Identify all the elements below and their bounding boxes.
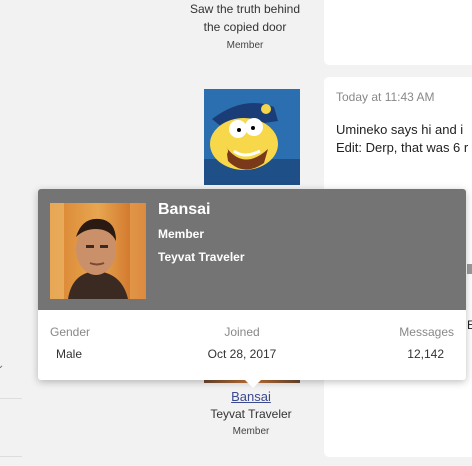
member-tooltip-header: Bansai Member Teyvat Traveler — [38, 189, 466, 310]
left-divider — [0, 398, 22, 399]
user-avatar[interactable] — [204, 89, 300, 185]
avatar-image — [50, 203, 146, 299]
stat-gender: Gender Male — [50, 325, 140, 361]
top-user-title-line2: the copied door — [203, 20, 287, 34]
top-user-title-line1: Saw the truth behind — [189, 2, 301, 16]
member-tooltip-role: Member — [158, 227, 205, 241]
top-user-info: Saw the truth behind the copied door Mem… — [180, 0, 310, 51]
right-edge-text: E — [467, 318, 472, 332]
member-tooltip: Bansai Member Teyvat Traveler Gender Mal… — [38, 189, 466, 388]
stat-joined: Joined Oct 28, 2017 — [192, 325, 292, 361]
stat-messages-label: Messages — [399, 325, 454, 339]
left-divider-bottom — [0, 456, 22, 457]
member-tooltip-title: Teyvat Traveler — [158, 250, 245, 264]
post-author-title: Teyvat Traveler — [210, 407, 292, 421]
member-tooltip-avatar[interactable] — [50, 203, 146, 299]
post-body-line2: Edit: Derp, that was 6 r — [336, 140, 469, 155]
member-tooltip-stats: Gender Male Joined Oct 28, 2017 Messages… — [38, 310, 466, 380]
stat-joined-label: Joined — [224, 325, 260, 339]
post-author-username-link[interactable]: Bansai — [185, 389, 317, 404]
member-tooltip-username[interactable]: Bansai — [158, 201, 210, 219]
previous-post-card — [324, 0, 472, 65]
top-user-role: Member — [226, 40, 264, 51]
stat-messages: Messages 12,142 — [364, 325, 454, 361]
avatar-image — [204, 89, 300, 185]
stat-joined-value: Oct 28, 2017 — [207, 347, 277, 361]
scrollbar-fragment[interactable] — [467, 264, 472, 274]
post-author-info: Bansai Teyvat Traveler Member — [185, 389, 317, 437]
post-timestamp[interactable]: Today at 11:43 AM — [336, 90, 435, 104]
chevron-down-icon[interactable]: ⌄ — [0, 360, 4, 371]
post-author-role: Member — [232, 426, 270, 437]
stat-messages-value[interactable]: 12,142 — [364, 347, 454, 361]
stat-gender-value: Male — [56, 347, 83, 361]
stat-gender-label: Gender — [50, 325, 91, 339]
member-tooltip-arrow — [244, 379, 262, 388]
post-body-line1: Umineko says hi and i — [336, 122, 464, 137]
